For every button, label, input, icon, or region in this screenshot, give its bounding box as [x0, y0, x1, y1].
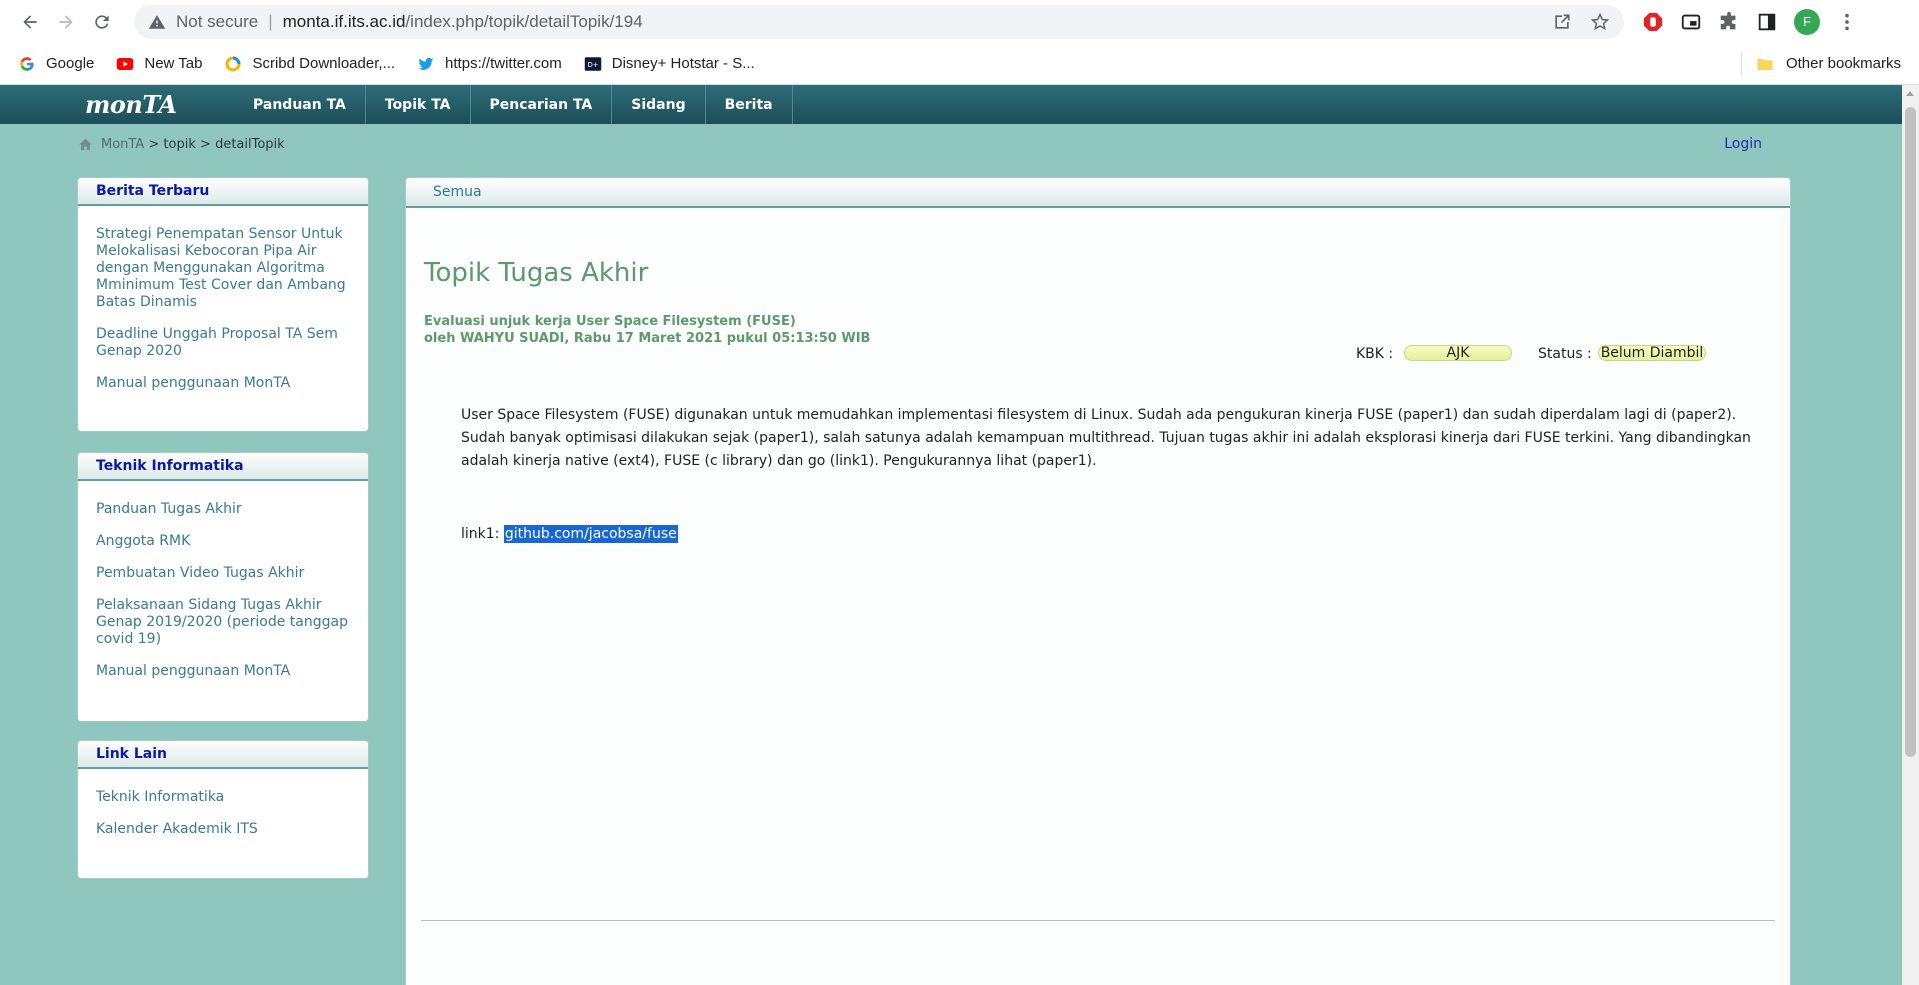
- star-icon[interactable]: [1590, 12, 1610, 32]
- warning-icon: [148, 14, 166, 29]
- login-link[interactable]: Login: [1724, 136, 1762, 152]
- bookmark-google[interactable]: Google: [18, 55, 94, 73]
- reload-button[interactable]: [84, 4, 120, 40]
- youtube-icon: [116, 55, 134, 73]
- bookmarks-bar: Google New Tab Scribd Downloader,... htt…: [0, 43, 1919, 85]
- scrollbar-thumb[interactable]: [1905, 107, 1916, 757]
- svg-text:D+: D+: [587, 61, 598, 69]
- nav-topik-ta[interactable]: Topik TA: [366, 85, 471, 124]
- ti-item[interactable]: Panduan Tugas Akhir: [96, 501, 350, 518]
- scroll-up-icon[interactable]: [1906, 91, 1914, 96]
- divider: [421, 920, 1775, 921]
- arrow-right-icon: [59, 14, 73, 29]
- google-icon: [18, 55, 36, 73]
- ti-item[interactable]: Pembuatan Video Tugas Akhir: [96, 565, 350, 582]
- browser-toolbar: Not secure | monta.if.its.ac.id/index.ph…: [0, 0, 1919, 43]
- news-item[interactable]: Strategi Penempatan Sensor Untuk Melokal…: [96, 226, 350, 311]
- links-box: Link Lain Teknik Informatika Kalender Ak…: [77, 740, 369, 879]
- breadcrumb-sep: >: [200, 136, 211, 152]
- ti-item[interactable]: Manual penggunaan MonTA: [96, 663, 350, 680]
- bookmark-label: Disney+ Hotstar - S...: [611, 55, 755, 72]
- breadcrumb-row: MonTA > topik > detailTopik Login: [0, 124, 1919, 164]
- breadcrumb: MonTA > topik > detailTopik: [78, 137, 285, 152]
- back-button[interactable]: [12, 4, 48, 40]
- link-label: link1:: [461, 526, 500, 542]
- address-bar[interactable]: Not secure | monta.if.its.ac.id/index.ph…: [134, 4, 1624, 39]
- page-title: Topik Tugas Akhir: [424, 258, 649, 288]
- links-list: Teknik Informatika Kalender Akademik ITS: [78, 769, 368, 873]
- bookmark-label: https://twitter.com: [445, 55, 562, 72]
- bookmark-hotstar[interactable]: D+ Disney+ Hotstar - S...: [584, 55, 755, 73]
- link-item[interactable]: Kalender Akademik ITS: [96, 821, 350, 838]
- nav-pencarian-ta[interactable]: Pencarian TA: [471, 85, 613, 124]
- site-logo[interactable]: monTA: [85, 85, 234, 124]
- separator: |: [268, 11, 273, 31]
- nav-sidang[interactable]: Sidang: [612, 85, 706, 124]
- topic-byline: oleh WAHYU SUADI, Rabu 17 Maret 2021 puk…: [424, 331, 871, 346]
- scribd-icon: [224, 55, 242, 73]
- link-item[interactable]: Teknik Informatika: [96, 789, 350, 806]
- bookmark-scribd[interactable]: Scribd Downloader,...: [224, 55, 395, 73]
- folder-icon: [1756, 55, 1774, 73]
- kbk-badge: AJK: [1404, 345, 1512, 361]
- url-path: /index.php/topik/detailTopik/194: [405, 11, 643, 31]
- reload-icon: [95, 14, 109, 29]
- kbk-label: KBK :: [1356, 346, 1394, 362]
- ti-box-title: Teknik Informatika: [78, 453, 368, 481]
- tab-bar: Semua: [406, 178, 1790, 208]
- ti-box: Teknik Informatika Panduan Tugas Akhir A…: [77, 452, 369, 722]
- bookmark-twitter[interactable]: https://twitter.com: [417, 55, 562, 73]
- topic-description: User Space Filesystem (FUSE) digunakan u…: [461, 407, 1751, 469]
- ti-item[interactable]: Pelaksanaan Sidang Tugas Akhir Genap 201…: [96, 597, 350, 648]
- bookmark-new-tab[interactable]: New Tab: [116, 55, 202, 73]
- share-icon[interactable]: [1552, 12, 1572, 32]
- home-icon: [79, 138, 92, 150]
- breadcrumb-topik[interactable]: topik: [163, 137, 195, 152]
- forward-button[interactable]: [48, 4, 84, 40]
- news-list: Strategi Penempatan Sensor Untuk Melokal…: [78, 206, 368, 427]
- hotstar-icon: D+: [584, 55, 602, 73]
- profile-avatar[interactable]: F: [1794, 8, 1820, 35]
- security-label: Not secure: [176, 11, 259, 31]
- nav-berita[interactable]: Berita: [706, 85, 793, 124]
- bookmark-label: Google: [46, 55, 95, 72]
- bookmark-label: New Tab: [144, 55, 203, 72]
- arrow-left-icon: [23, 14, 37, 29]
- reference-link-row: link1: github.com/jacobsa/fuse: [461, 525, 678, 543]
- nav-panduan-ta[interactable]: Panduan TA: [234, 85, 366, 124]
- bookmark-label: Scribd Downloader,...: [252, 55, 396, 72]
- divider: [1740, 52, 1742, 75]
- news-item[interactable]: Deadline Unggah Proposal TA Sem Genap 20…: [96, 326, 350, 360]
- ti-list: Panduan Tugas Akhir Anggota RMK Pembuata…: [78, 481, 368, 715]
- links-box-title: Link Lain: [78, 741, 368, 769]
- twitter-icon: [417, 55, 435, 73]
- site-navbar: monTA Panduan TA Topik TA Pencarian TA S…: [0, 85, 1919, 124]
- topic-detail-panel: Semua Topik Tugas Akhir Evaluasi unjuk k…: [405, 177, 1791, 985]
- breadcrumb-home[interactable]: MonTA: [101, 137, 144, 152]
- breadcrumb-sep: >: [148, 136, 160, 152]
- side-panel-icon[interactable]: [1756, 11, 1778, 33]
- topic-header: Evaluasi unjuk kerja User Space Filesyst…: [424, 313, 870, 347]
- page-content: monTA Panduan TA Topik TA Pencarian TA S…: [0, 85, 1919, 985]
- extensions-icon[interactable]: [1718, 11, 1740, 33]
- news-box: Berita Terbaru Strategi Penempatan Senso…: [77, 177, 369, 432]
- adblock-icon[interactable]: [1642, 11, 1664, 33]
- more-menu-icon[interactable]: [1836, 11, 1858, 33]
- status-badge: Belum Diambil: [1598, 345, 1706, 361]
- page-scrollbar[interactable]: [1902, 85, 1919, 985]
- other-bookmarks-label: Other bookmarks: [1785, 55, 1901, 72]
- ti-item[interactable]: Anggota RMK: [96, 533, 350, 550]
- news-box-title: Berita Terbaru: [78, 178, 368, 206]
- reference-link[interactable]: github.com/jacobsa/fuse: [503, 525, 678, 543]
- status-label: Status :: [1538, 346, 1592, 362]
- news-item[interactable]: Manual penggunaan MonTA: [96, 375, 350, 392]
- url-host: monta.if.its.ac.id: [282, 11, 406, 31]
- topic-title: Evaluasi unjuk kerja User Space Filesyst…: [424, 314, 796, 329]
- breadcrumb-current: detailTopik: [215, 136, 285, 152]
- picture-in-picture-icon[interactable]: [1680, 11, 1702, 33]
- tab-semua[interactable]: Semua: [433, 184, 482, 200]
- other-bookmarks[interactable]: Other bookmarks: [1740, 52, 1901, 75]
